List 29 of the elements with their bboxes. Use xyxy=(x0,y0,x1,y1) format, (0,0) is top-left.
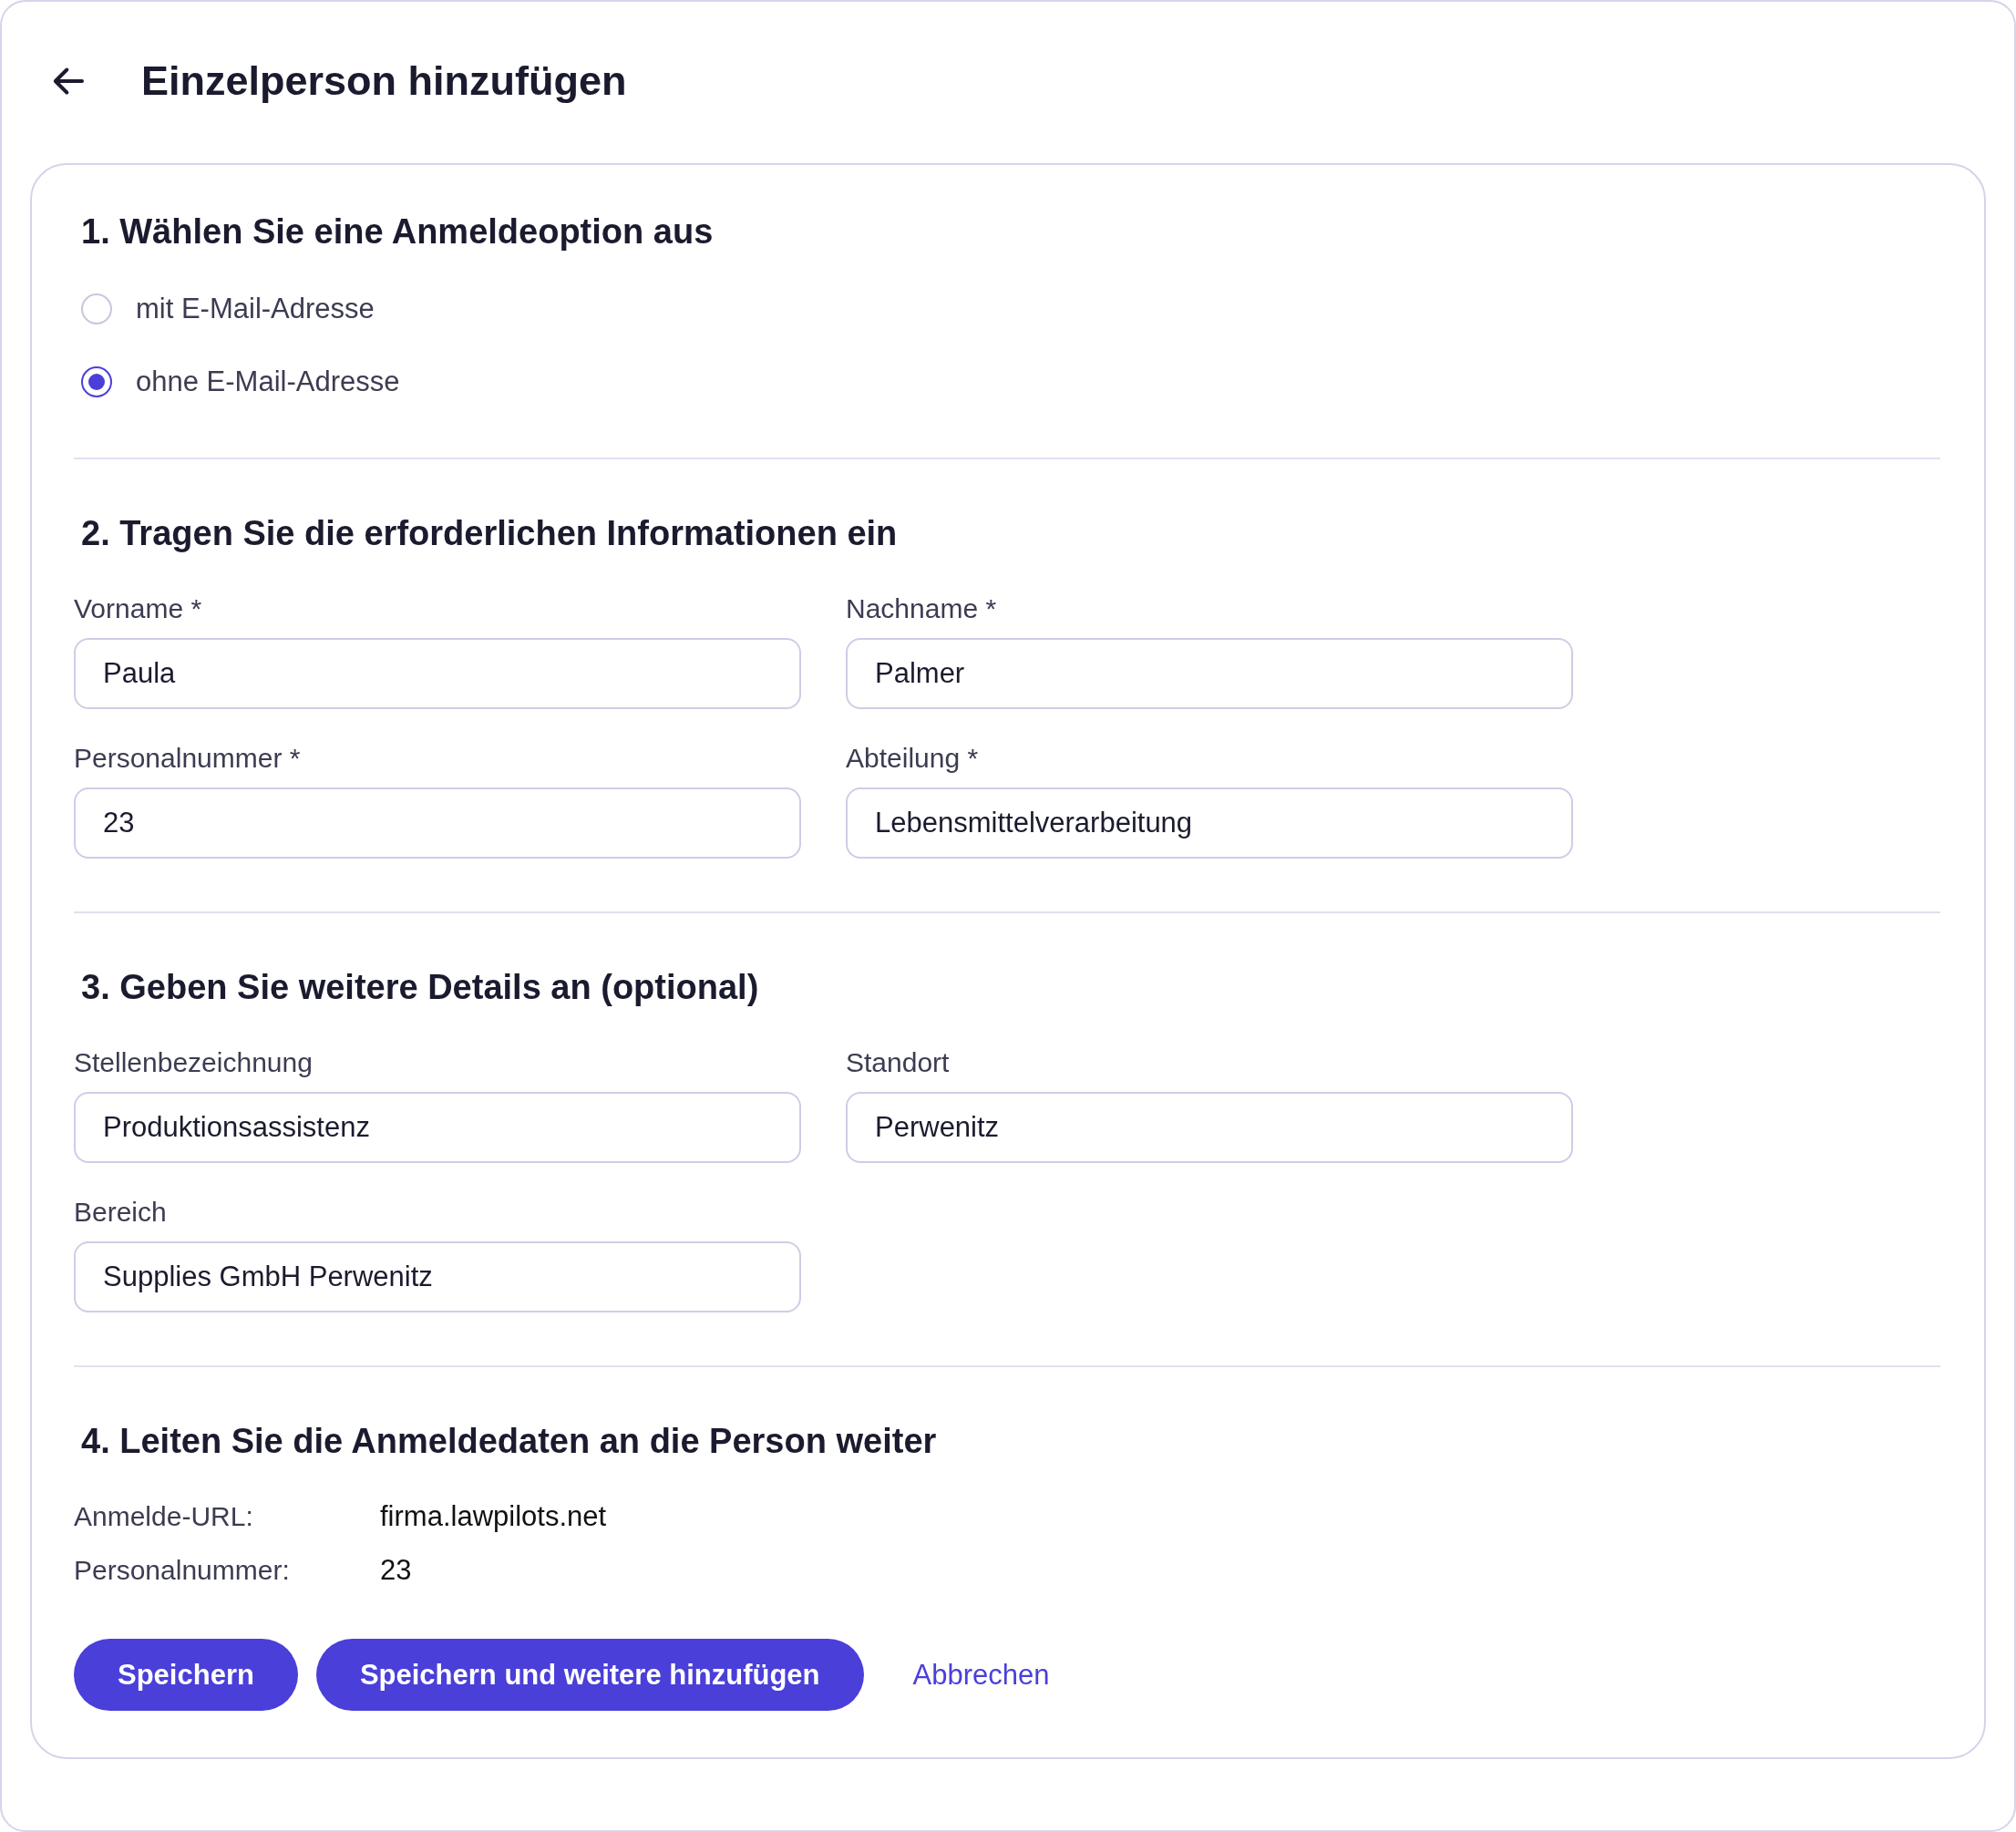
radio-label[interactable]: ohne E-Mail-Adresse xyxy=(136,365,400,398)
save-button[interactable]: Speichern und weitere hinzufügen xyxy=(315,1639,864,1711)
field-label: Personalnummer * xyxy=(74,742,302,775)
section-heading: 1. Wählen Sie eine Anmeldeoption aus xyxy=(81,211,715,252)
field-label: Nachname * xyxy=(846,592,998,625)
info-value: firma.lawpilots.net xyxy=(380,1500,607,1533)
section-heading: 4. Leiten Sie die Anmeldedaten an die Person weiter xyxy=(81,1421,938,1462)
input-field[interactable]: Palmer xyxy=(846,638,1573,709)
page-title: Einzelperson hinzufügen xyxy=(141,57,627,105)
field-label: Bereich xyxy=(74,1196,168,1229)
field-label: Standort xyxy=(846,1046,951,1079)
info-label: Personalnummer: xyxy=(74,1555,291,1586)
section-heading: 3. Geben Sie weitere Details an (optional) xyxy=(81,967,760,1008)
input-field[interactable]: Produktionsassistenz xyxy=(74,1092,801,1163)
info-value: 23 xyxy=(380,1554,412,1587)
cancel-link[interactable]: Abbrechen xyxy=(912,1658,1050,1692)
input-field[interactable]: 23 xyxy=(74,787,801,859)
input-field[interactable]: Lebensmittelverarbeitung xyxy=(846,787,1573,859)
info-label: Anmelde-URL: xyxy=(74,1501,254,1532)
radio-label[interactable]: mit E-Mail-Adresse xyxy=(136,293,375,325)
input-field[interactable]: Perwenitz xyxy=(846,1092,1573,1163)
field-label: Vorname * xyxy=(74,592,203,625)
section-heading: 2. Tragen Sie die erforderlichen Informationen ein xyxy=(81,513,899,554)
field-label: Stellenbezeichnung xyxy=(74,1046,314,1079)
field-label: Abteilung * xyxy=(846,742,980,775)
radio-button[interactable] xyxy=(81,366,112,397)
input-field[interactable]: Paula xyxy=(74,638,801,709)
save-button[interactable]: Speichern xyxy=(74,1639,298,1711)
input-field[interactable]: Supplies GmbH Perwenitz xyxy=(74,1241,801,1312)
